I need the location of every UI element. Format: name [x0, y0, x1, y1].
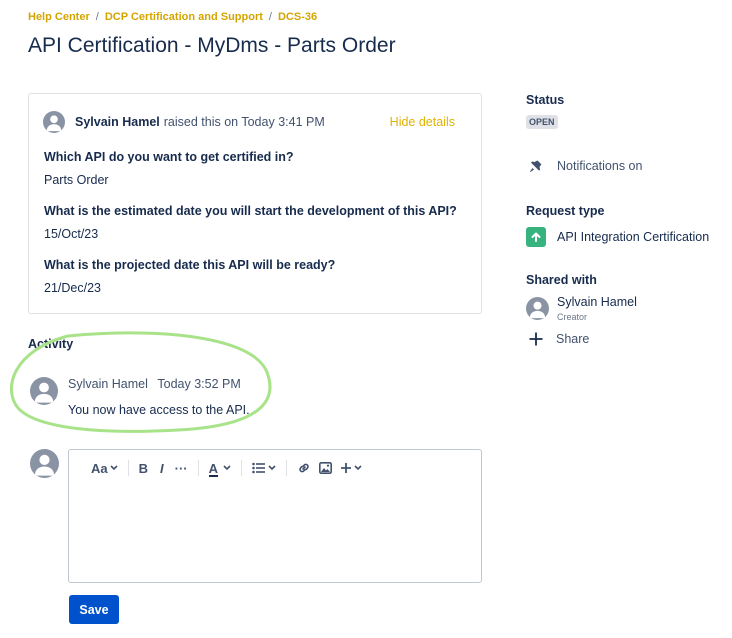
text-color-icon: A [208, 460, 219, 477]
chevron-down-icon [110, 465, 118, 471]
text-color-bar [208, 474, 219, 477]
more-icon: ··· [174, 460, 188, 476]
comment-text: You now have access to the API. [68, 403, 250, 417]
toolbar-divider [241, 460, 243, 476]
reporter-avatar[interactable] [43, 111, 65, 133]
bold-icon: B [138, 460, 149, 476]
text-style-dropdown[interactable]: Aa [91, 461, 118, 476]
field-start-date: What is the estimated date you will star… [44, 204, 457, 241]
breadcrumb: Help Center / DCP Certification and Supp… [28, 11, 317, 23]
more-formatting-button[interactable]: ··· [175, 461, 188, 476]
insert-image-button[interactable] [319, 462, 333, 474]
toolbar-divider [127, 460, 129, 476]
insert-link-button[interactable] [297, 461, 311, 475]
breadcrumb-help-center[interactable]: Help Center [28, 11, 90, 23]
chevron-down-icon [268, 465, 276, 471]
shared-user-avatar[interactable] [526, 297, 549, 320]
status-label: Status [526, 93, 565, 107]
shared-user-item: Sylvain Hamel Creator [526, 295, 637, 322]
comment-editor[interactable]: Aa B I ··· A [68, 449, 482, 583]
toolbar-divider [286, 460, 288, 476]
comment-time: Today 3:52 PM [157, 377, 241, 391]
hide-details-link[interactable]: Hide details [390, 115, 455, 129]
comment-item: Sylvain Hamel Today 3:52 PM You now have… [30, 377, 250, 417]
editor-toolbar: Aa B I ··· A [91, 460, 362, 477]
share-button[interactable]: Share [528, 331, 589, 347]
comment-author-avatar[interactable] [30, 377, 58, 405]
field-answer: 15/Oct/23 [44, 227, 99, 241]
toolbar-divider [197, 460, 199, 476]
save-button[interactable]: Save [69, 595, 119, 624]
field-question: What is the projected date this API will… [44, 258, 336, 272]
bold-button[interactable]: B [139, 461, 148, 476]
notifications-toggle[interactable]: Notifications on [528, 158, 642, 174]
image-icon [319, 462, 333, 474]
text-color-dropdown[interactable]: A [208, 460, 231, 477]
shared-user-role: Creator [557, 312, 588, 322]
raised-by-line: Sylvain Hamel raised this on Today 3:41 … [43, 111, 325, 133]
reporter-name[interactable]: Sylvain Hamel [75, 115, 160, 129]
status-badge: OPEN [526, 115, 558, 129]
request-type-label: Request type [526, 204, 605, 218]
italic-icon: I [160, 460, 164, 476]
request-type-value: API Integration Certification [526, 227, 709, 247]
breadcrumb-separator: / [95, 11, 99, 23]
italic-button[interactable]: I [160, 461, 164, 476]
chevron-down-icon [223, 465, 231, 471]
shared-with-label: Shared with [526, 273, 597, 287]
comment-meta: Sylvain Hamel Today 3:52 PM [68, 377, 250, 391]
comment-body: Sylvain Hamel Today 3:52 PM You now have… [68, 377, 250, 417]
text-style-label: Aa [91, 460, 108, 476]
notifications-label: Notifications on [557, 159, 643, 173]
chevron-down-icon [354, 465, 362, 471]
bell-icon [530, 160, 542, 172]
comment-author[interactable]: Sylvain Hamel [68, 377, 148, 391]
field-question: What is the estimated date you will star… [44, 204, 457, 218]
field-answer: Parts Order [44, 173, 109, 187]
breadcrumb-separator: / [268, 11, 272, 23]
share-label: Share [556, 332, 590, 346]
page-title: API Certification - MyDms - Parts Order [28, 34, 396, 57]
plus-icon [341, 463, 352, 473]
breadcrumb-dcp-certification[interactable]: DCP Certification and Support [105, 11, 263, 23]
field-api: Which API do you want to get certified i… [44, 150, 294, 187]
breadcrumb-issue-key[interactable]: DCS-36 [278, 11, 317, 23]
field-answer: 21/Dec/23 [44, 281, 101, 295]
bullet-list-icon [252, 462, 266, 474]
current-user-avatar [30, 449, 59, 478]
field-ready-date: What is the projected date this API will… [44, 258, 335, 295]
insert-more-dropdown[interactable] [340, 462, 362, 474]
text-color-letter: A [208, 460, 219, 476]
shared-user-name: Sylvain Hamel [557, 295, 637, 309]
raised-timestamp: raised this on Today 3:41 PM [163, 115, 325, 129]
request-details-card: Sylvain Hamel raised this on Today 3:41 … [28, 93, 482, 314]
field-question: Which API do you want to get certified i… [44, 150, 294, 164]
plus-icon [529, 332, 543, 346]
request-type-name: API Integration Certification [557, 230, 710, 244]
arrow-up-icon [526, 227, 546, 247]
link-icon [299, 463, 309, 473]
list-dropdown[interactable] [252, 462, 276, 474]
